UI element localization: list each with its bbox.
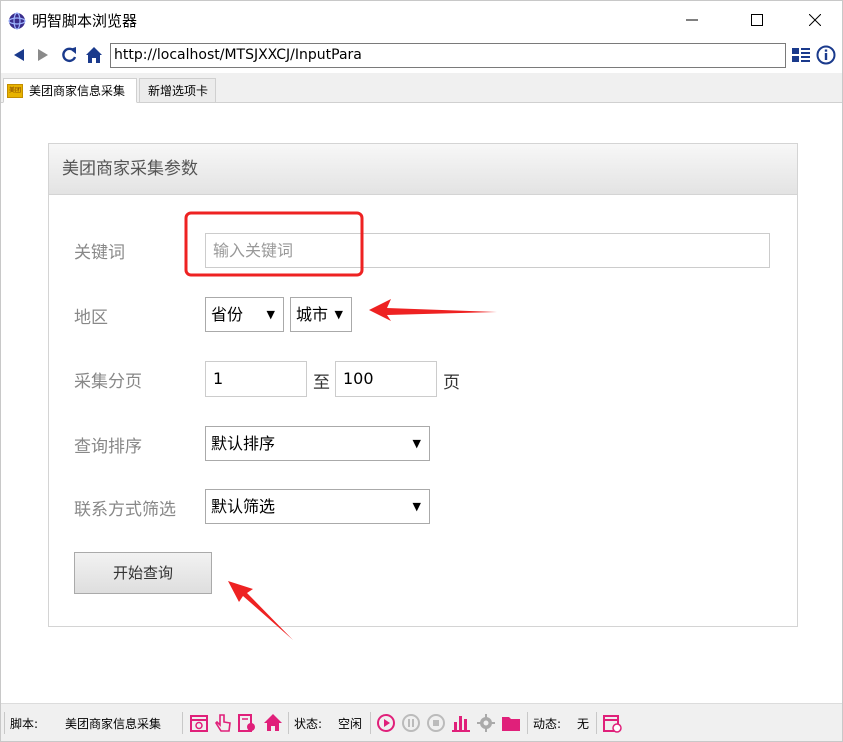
pause-button[interactable] <box>400 712 422 734</box>
folder-button[interactable] <box>500 712 522 734</box>
panel-title: 美团商家采集参数 <box>49 144 797 195</box>
sort-select[interactable]: 默认排序 ▼ <box>205 426 430 461</box>
back-button[interactable] <box>9 45 29 65</box>
hand-pointer-icon <box>214 714 231 732</box>
play-icon <box>377 714 395 732</box>
refresh-icon <box>62 47 77 63</box>
divider <box>370 712 371 734</box>
contact-filter-label: 联系方式筛选 <box>74 500 176 520</box>
sort-select-value: 默认排序 <box>211 434 276 453</box>
tab-meituan-collect[interactable]: 美团 美团商家信息采集 <box>3 78 137 103</box>
status-bar: 脚本: 美团商家信息采集 状态: 空闲 动态: 无 <box>1 703 842 741</box>
close-icon <box>809 14 821 26</box>
city-select-value: 城市 <box>296 305 329 324</box>
tab-label: 新增选项卡 <box>148 84 209 98</box>
back-icon <box>14 49 24 61</box>
region-label: 地区 <box>74 308 108 328</box>
browser-window: 明智脚本浏览器 http://localhost/MTSJXXCJ/InputP… <box>0 0 843 742</box>
pause-icon <box>402 714 420 732</box>
divider <box>4 712 5 734</box>
folder-icon <box>502 717 520 731</box>
home-icon <box>86 47 102 63</box>
forward-icon <box>38 49 48 61</box>
keyword-input[interactable]: 输入关键词 <box>205 233 770 268</box>
sort-label: 查询排序 <box>74 437 142 457</box>
city-select[interactable]: 城市 ▼ <box>290 297 352 332</box>
calendar-clock-icon <box>603 715 622 733</box>
page-range-separator: 至 <box>313 373 330 393</box>
province-select[interactable]: 省份 ▼ <box>205 297 284 332</box>
list-icon <box>792 48 810 62</box>
dropdown-arrow-icon: ▼ <box>334 308 343 321</box>
log-button[interactable] <box>601 712 623 734</box>
page-from-input[interactable]: 1 <box>205 361 307 397</box>
window-title: 明智脚本浏览器 <box>32 12 138 30</box>
minimize-icon <box>686 19 698 21</box>
maximize-icon <box>751 14 763 26</box>
home-page-button[interactable] <box>262 712 284 734</box>
province-select-value: 省份 <box>211 305 244 324</box>
maximize-button[interactable] <box>729 1 785 39</box>
divider <box>182 712 183 734</box>
pointer-button[interactable] <box>212 712 234 734</box>
stop-icon <box>427 714 445 732</box>
address-bar-input[interactable]: http://localhost/MTSJXXCJ/InputPara <box>110 43 786 68</box>
refresh-button[interactable] <box>59 45 79 65</box>
list-view-button[interactable] <box>791 45 811 65</box>
tab-label: 美团商家信息采集 <box>29 84 126 98</box>
state-label: 状态: <box>294 717 323 731</box>
stop-button[interactable] <box>425 712 447 734</box>
minimize-button[interactable] <box>664 1 720 39</box>
dynamic-label: 动态: <box>533 717 562 731</box>
state-value: 空闲 <box>338 717 363 731</box>
page-to-input[interactable]: 100 <box>335 361 437 397</box>
schedule-icon <box>190 715 208 732</box>
tab-bar: 美团 美团商家信息采集 新增选项卡 <box>1 73 842 103</box>
settings-button[interactable] <box>475 712 497 734</box>
keyword-label: 关键词 <box>74 243 125 263</box>
gear-icon <box>477 714 495 732</box>
dropdown-arrow-icon: ▼ <box>412 437 421 450</box>
contact-filter-select[interactable]: 默认筛选 ▼ <box>205 489 430 524</box>
dropdown-arrow-icon: ▼ <box>266 308 275 321</box>
script-label: 脚本: <box>10 717 39 731</box>
home-button[interactable] <box>84 45 104 65</box>
chart-button[interactable] <box>450 712 472 734</box>
title-bar: 明智脚本浏览器 <box>1 1 842 39</box>
forward-button[interactable] <box>33 45 53 65</box>
schedule-button[interactable] <box>188 712 210 734</box>
dynamic-value: 无 <box>577 717 590 731</box>
navigation-bar: http://localhost/MTSJXXCJ/InputPara <box>1 39 842 73</box>
params-panel: 美团商家采集参数 关键词 输入关键词 地区 省份 ▼ 城市 ▼ 采集分页 1 至… <box>48 143 798 627</box>
divider <box>596 712 597 734</box>
document-gear-icon <box>238 714 255 732</box>
close-button[interactable] <box>787 1 843 39</box>
script-settings-button[interactable] <box>236 712 258 734</box>
app-logo-icon <box>8 12 26 30</box>
script-name: 美团商家信息采集 <box>65 717 162 731</box>
info-button[interactable] <box>816 45 836 65</box>
meituan-tab-icon: 美团 <box>7 84 23 98</box>
page-unit: 页 <box>443 373 460 393</box>
tab-new[interactable]: 新增选项卡 <box>139 78 216 103</box>
start-query-button[interactable]: 开始查询 <box>74 552 212 594</box>
home-icon <box>264 714 282 731</box>
dropdown-arrow-icon: ▼ <box>412 500 421 513</box>
info-icon <box>816 45 836 65</box>
bar-chart-icon <box>452 716 470 732</box>
divider <box>288 712 289 734</box>
run-button[interactable] <box>375 712 397 734</box>
paging-label: 采集分页 <box>74 372 142 392</box>
divider <box>527 712 528 734</box>
contact-filter-select-value: 默认筛选 <box>211 497 276 516</box>
